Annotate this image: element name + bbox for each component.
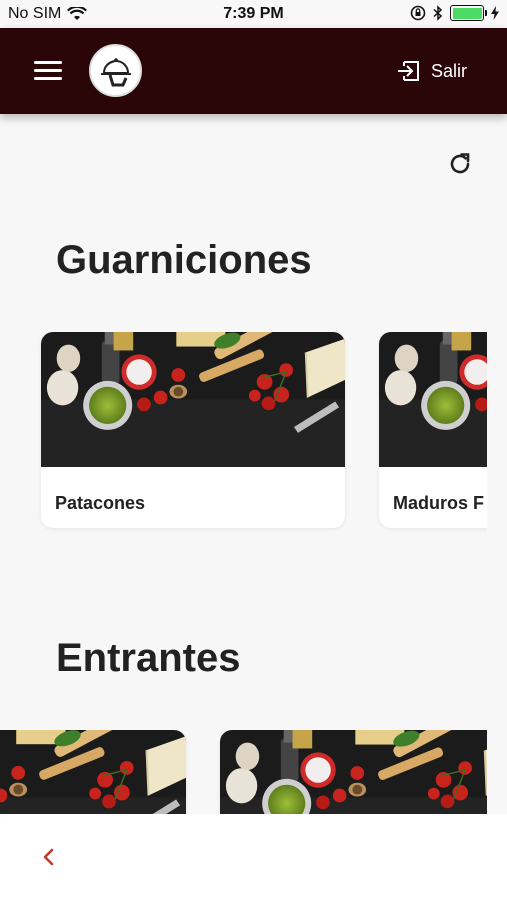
dish-name: Patacones	[55, 493, 146, 513]
dish-image	[379, 332, 487, 467]
battery-level	[452, 7, 482, 19]
section-title-guarniciones: Guarniciones	[56, 238, 312, 282]
dish-card[interactable]: Maduros F	[379, 332, 487, 528]
dish-card[interactable]	[220, 730, 487, 814]
battery-icon	[450, 5, 487, 21]
refresh-icon[interactable]	[446, 150, 474, 178]
chevron-left-icon[interactable]	[40, 847, 58, 867]
dish-image	[0, 730, 186, 814]
bottom-bar	[0, 814, 507, 900]
serving-cloche-icon	[89, 44, 142, 97]
status-bar-right	[410, 5, 499, 21]
dish-image	[41, 332, 345, 467]
dish-name: Maduros F	[393, 493, 485, 513]
exit-button[interactable]: Salir	[396, 58, 467, 84]
carousel-entrantes[interactable]	[0, 730, 487, 814]
carousel-guarniciones[interactable]: Patacones Maduros F	[0, 332, 487, 542]
exit-label: Salir	[430, 60, 467, 81]
dish-image	[220, 730, 487, 814]
status-bar: No SIM 7:39 PM	[0, 0, 507, 28]
dish-card[interactable]: Patacones	[41, 332, 345, 528]
app-header: Salir	[0, 28, 507, 114]
section-title-entrantes: Entrantes	[56, 636, 241, 680]
bluetooth-icon	[433, 5, 443, 21]
exit-icon	[397, 61, 419, 81]
charging-bolt-icon	[491, 6, 499, 20]
hamburger-menu-icon[interactable]	[34, 61, 62, 83]
dish-card[interactable]	[0, 730, 186, 814]
orientation-lock-icon	[410, 5, 426, 21]
